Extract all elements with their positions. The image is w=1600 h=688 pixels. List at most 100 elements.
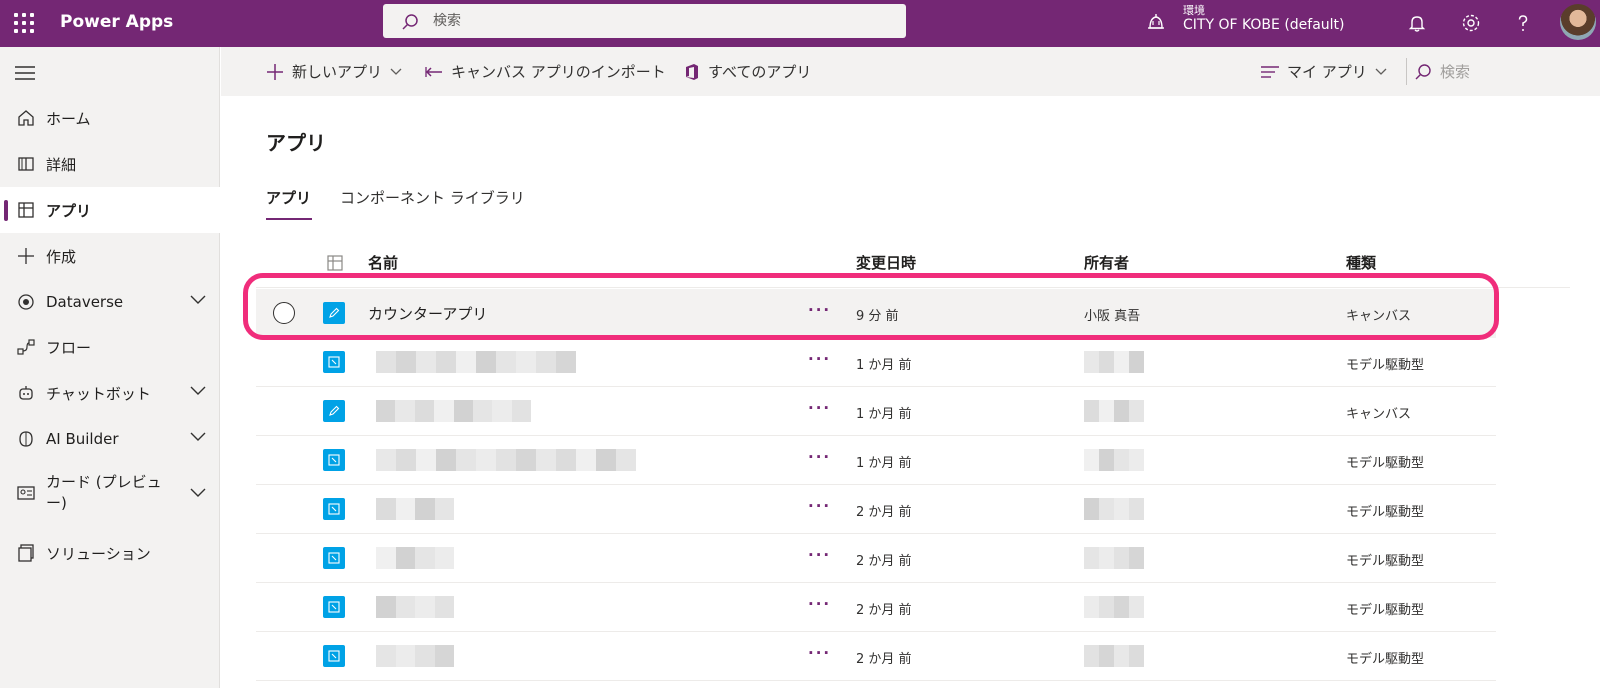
table-row[interactable]: ··· 1 か月 前 キャンバス [256,387,1496,436]
header-divider [256,287,1570,288]
import-canvas-label: キャンバス アプリのインポート [451,63,666,81]
table-row[interactable]: ··· 1 か月 前 モデル駆動型 [256,436,1496,485]
modified-time: 9 分 前 [856,309,899,324]
redacted-owner [1084,645,1144,667]
help-icon[interactable] [1511,11,1535,35]
sidebar-item-label: チャットボット [46,384,151,403]
column-header-name[interactable]: 名前 [368,252,398,273]
redacted-owner [1084,596,1144,618]
sidebar-item-label: アプリ [46,201,92,220]
sidebar-item-label: AI Builder [46,430,119,448]
redacted-name [376,547,454,569]
sidebar-item-ai-builder[interactable]: AI Builder [0,416,220,462]
avatar[interactable] [1560,4,1596,40]
app-type-icon [323,596,345,618]
pencil-icon [329,405,340,416]
sidebar-item-label: フロー [46,338,92,357]
table-row[interactable]: ··· 2 か月 前 モデル駆動型 [256,632,1496,681]
hamburger-icon[interactable] [15,66,35,80]
tab-component-library[interactable]: コンポーネント ライブラリ [340,187,525,208]
card-icon [17,486,35,500]
redacted-owner [1084,449,1144,471]
chevron-down-icon[interactable] [190,386,206,396]
redacted-name [376,645,454,667]
table-row[interactable]: ··· 1 か月 前 モデル駆動型 [256,338,1496,387]
all-apps-button[interactable]: すべてのアプリ [684,47,811,96]
more-options-button[interactable]: ··· [808,301,831,319]
filter-label: マイ アプリ [1287,63,1367,81]
app-type: モデル駆動型 [1346,652,1425,667]
redacted-name [376,449,636,471]
modified-time: 1 か月 前 [856,456,912,471]
modified-time: 2 か月 前 [856,603,912,618]
modified-time: 2 か月 前 [856,554,912,569]
row-select-radio[interactable] [273,302,295,324]
global-search[interactable] [383,4,906,38]
global-search-input[interactable] [433,4,893,38]
app-type: モデル駆動型 [1346,505,1425,520]
app-type-icon [323,351,345,373]
top-bar: Power Apps 環境 CITY OF KOBE (default) [0,0,1600,47]
sidebar-item-flows[interactable]: フロー [0,324,220,370]
redacted-name [376,351,576,373]
more-options-button[interactable]: ··· [808,644,831,662]
sidebar-item-cards[interactable]: カード (プレビュー) [0,462,220,524]
more-options-button[interactable]: ··· [808,399,831,417]
sidebar-item-dataverse[interactable]: Dataverse [0,279,220,325]
environment-name[interactable]: CITY OF KOBE (default) [1183,17,1345,33]
ai-builder-icon [19,431,33,447]
redacted-owner [1084,400,1144,422]
sidebar-item-solutions[interactable]: ソリューション [0,530,220,576]
more-options-button[interactable]: ··· [808,546,831,564]
more-options-button[interactable]: ··· [808,595,831,613]
more-options-button[interactable]: ··· [808,448,831,466]
table-row[interactable]: カウンターアプリ ··· 9 分 前 小阪 真吾 キャンバス [256,289,1496,338]
chevron-down-icon[interactable] [190,295,206,305]
new-app-label: 新しいアプリ [292,63,383,81]
app-search[interactable]: 検索 [1414,47,1470,96]
sidebar-item-learn[interactable]: 詳細 [0,141,220,187]
column-type-icon [327,255,343,271]
home-icon [18,110,34,126]
environment-icon[interactable] [1146,12,1166,32]
sidebar: ホーム 詳細 アプリ 作成 Dataverse フロー チャットボット AI B… [0,47,220,688]
more-options-button[interactable]: ··· [808,350,831,368]
app-type-icon [323,449,345,471]
bell-icon[interactable] [1405,11,1429,35]
app-type-icon [323,400,345,422]
redacted-name [376,498,454,520]
redacted-owner [1084,351,1144,373]
sidebar-item-home[interactable]: ホーム [0,95,220,141]
gear-icon[interactable] [1459,11,1483,35]
app-type: モデル駆動型 [1346,603,1425,618]
column-header-owner[interactable]: 所有者 [1084,252,1129,273]
sidebar-item-label: ホーム [46,109,91,128]
app-type-icon [323,302,345,324]
sidebar-item-chatbots[interactable]: チャットボット [0,370,220,416]
plus-icon [18,248,34,264]
divider [1406,58,1407,85]
table-row[interactable]: ··· 2 か月 前 モデル駆動型 [256,534,1496,583]
app-launcher-icon[interactable] [14,13,34,33]
column-header-type[interactable]: 種類 [1346,252,1376,273]
app-name[interactable]: カウンターアプリ [368,303,487,324]
sidebar-item-create[interactable]: 作成 [0,233,220,279]
tab-apps[interactable]: アプリ [266,187,311,208]
brand-title[interactable]: Power Apps [60,12,173,32]
app-type: キャンバス [1346,407,1412,422]
sidebar-item-apps[interactable]: アプリ [0,187,220,233]
import-canvas-app-button[interactable]: キャンバス アプリのインポート [425,47,666,96]
model-app-icon [328,356,340,368]
more-options-button[interactable]: ··· [808,497,831,515]
command-bar: 新しいアプリ キャンバス アプリのインポート すべてのアプリ マイ アプリ 検索 [221,47,1600,96]
modified-time: 2 か月 前 [856,505,912,520]
filter-my-apps-dropdown[interactable]: マイ アプリ [1261,47,1395,96]
chevron-down-icon[interactable] [190,488,206,498]
modified-time: 1 か月 前 [856,358,912,373]
pencil-icon [329,307,340,318]
table-row[interactable]: ··· 2 か月 前 モデル駆動型 [256,485,1496,534]
chevron-down-icon[interactable] [190,432,206,442]
new-app-button[interactable]: 新しいアプリ [266,47,410,96]
column-header-modified[interactable]: 変更日時 [856,252,916,273]
table-row[interactable]: ··· 2 か月 前 モデル駆動型 [256,583,1496,632]
